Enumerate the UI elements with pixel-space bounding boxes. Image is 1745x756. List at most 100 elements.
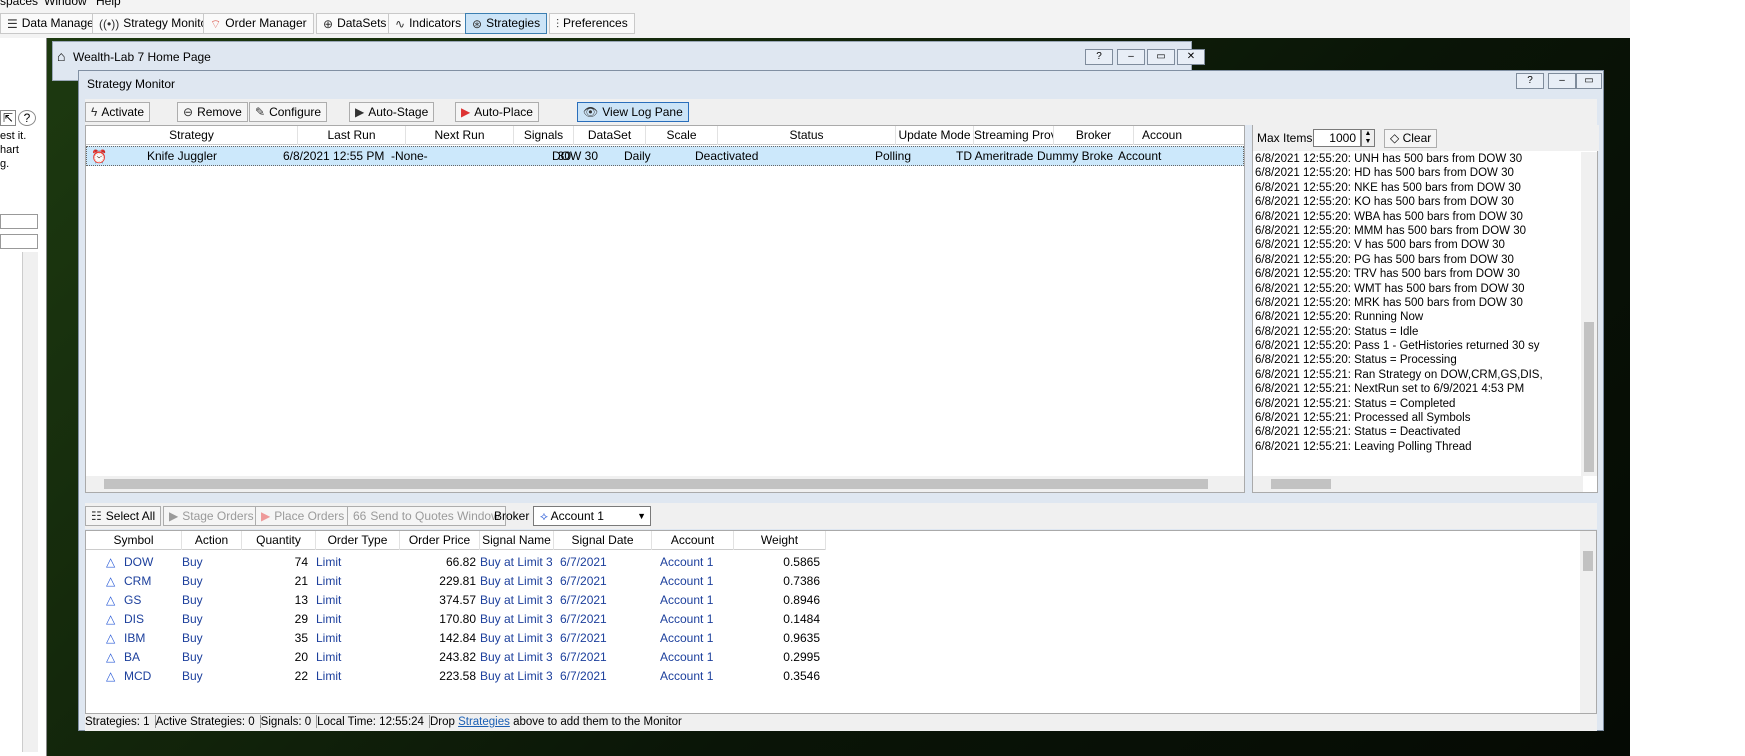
activate-label: Activate <box>101 105 145 119</box>
col-strategy[interactable]: Strategy <box>86 126 298 145</box>
stage-orders-button[interactable]: ▶ Stage Orders <box>163 506 260 526</box>
preferences-button[interactable]: ⫶ Preferences <box>549 13 635 34</box>
sliders-icon: ⫶ <box>556 16 560 31</box>
help-icon[interactable]: ? <box>18 110 36 126</box>
col-broker[interactable]: Broker <box>1054 126 1134 145</box>
cell-action: Buy <box>182 631 203 645</box>
strategy-grid-hscrollbar[interactable] <box>86 476 1244 492</box>
cell-signal-date: 6/7/2021 <box>560 593 607 607</box>
strategies-button[interactable]: ⊛ Strategies <box>465 13 548 34</box>
cell-weight: 0.9635 <box>783 631 820 645</box>
home-close-button[interactable]: ✕ <box>1177 49 1205 65</box>
view-log-pane-button[interactable]: 👁 View Log Pane <box>577 102 689 122</box>
expand-icon[interactable]: ⇱ <box>0 110 16 126</box>
log-line: 6/8/2021 12:55:20: WBA has 500 bars from… <box>1255 210 1523 223</box>
scroll-thumb[interactable] <box>1584 322 1594 472</box>
monitor-maximize-button[interactable]: ▭ <box>1576 73 1602 89</box>
order-manager-button[interactable]: ⌔ Order Manager <box>203 13 314 34</box>
view-log-pane-label: View Log Pane <box>602 105 683 119</box>
left-input-1[interactable] <box>0 214 38 229</box>
table-row[interactable]: △ IBM Buy 35 Limit 142.84 Buy at Limit 3.5 6/7/… <box>86 628 1576 648</box>
scroll-thumb[interactable] <box>104 479 1208 489</box>
col-status[interactable]: Status <box>718 126 896 145</box>
home-window-title: Wealth-Lab 7 Home Page <box>73 50 211 64</box>
log-vscrollbar[interactable] <box>1581 152 1597 476</box>
cell-signal-name: Buy at Limit 3.5 <box>480 650 552 664</box>
broker-account-select[interactable]: ⟡ Account 1 ▼ <box>533 506 651 526</box>
triangle-up-icon: △ <box>106 593 116 607</box>
home-maximize-button[interactable]: ▭ <box>1147 49 1175 65</box>
col-order-type[interactable]: Order Type <box>316 531 400 550</box>
max-items-input[interactable]: 1000 <box>1313 129 1361 147</box>
order-manager-label: Order Manager <box>225 16 307 30</box>
log-hscrollbar[interactable] <box>1253 476 1583 492</box>
monitor-minimize-button[interactable]: ‒ <box>1548 73 1576 89</box>
col-quantity[interactable]: Quantity <box>242 531 316 550</box>
log-line: 6/8/2021 12:55:21: Processed all Symbols <box>1255 412 1471 425</box>
col-scale[interactable]: Scale <box>646 126 718 145</box>
menu-window[interactable]: Window <box>44 0 87 8</box>
table-row[interactable]: △ MCD Buy 22 Limit 223.58 Buy at Limit 3.5 6/7/… <box>86 666 1576 686</box>
col-last-run[interactable]: Last Run <box>298 126 406 145</box>
select-all-button[interactable]: ☷ Select All <box>85 506 162 526</box>
cell-signal-name: Buy at Limit 3.5 <box>480 669 552 683</box>
place-orders-button[interactable]: ▶ Place Orders <box>255 506 351 526</box>
col-signal-date[interactable]: Signal Date <box>554 531 652 550</box>
cell-signal-date: 6/7/2021 <box>560 555 607 569</box>
table-row[interactable]: △ BA Buy 20 Limit 243.82 Buy at Limit 3.5 6/7/2… <box>86 647 1576 667</box>
col-weight[interactable]: Weight <box>734 531 826 550</box>
cell-account: Account 1 <box>660 669 714 683</box>
scroll-thumb[interactable] <box>1271 479 1331 489</box>
col-symbol[interactable]: Symbol <box>86 531 182 550</box>
data-manager-label: Data Manager <box>21 16 98 30</box>
col-dataset[interactable]: DataSet <box>574 126 646 145</box>
remove-button[interactable]: ⊖ Remove <box>177 102 248 122</box>
send-to-quotes-button[interactable]: 66 Send to Quotes Window <box>347 506 506 526</box>
menu-help[interactable]: Help <box>96 0 121 8</box>
scroll-thumb[interactable] <box>1583 551 1593 571</box>
clear-button[interactable]: ◇ Clear <box>1384 129 1438 148</box>
strategy-monitor-button[interactable]: ((•)) Strategy Monitor <box>92 13 219 34</box>
cell-weight: 0.7386 <box>783 574 820 588</box>
auto-stage-button[interactable]: ▶ Auto-Stage <box>349 102 435 122</box>
clear-label: Clear <box>1402 131 1432 145</box>
orders-vscrollbar[interactable] <box>1580 531 1596 713</box>
menu-spaces[interactable]: spaces <box>0 0 38 8</box>
status-bar: Strategies: 1 Active Strategies: 0 Signals… <box>85 714 1597 731</box>
table-row[interactable]: △ DOW Buy 74 Limit 66.82 Buy at Limit 3.5 6/7/2… <box>86 552 1576 572</box>
log-line: 6/8/2021 12:55:21: Status = Deactivated <box>1255 426 1461 439</box>
table-row[interactable]: △ CRM Buy 21 Limit 229.81 Buy at Limit 3.5 6/7/… <box>86 571 1576 591</box>
indicators-button[interactable]: ∿ Indicators <box>388 13 469 34</box>
col-signals[interactable]: Signals <box>514 126 574 145</box>
col-streaming-provider[interactable]: Streaming Provi <box>974 126 1054 145</box>
col-order-price[interactable]: Order Price <box>400 531 480 550</box>
table-row[interactable]: ⏰ Knife Juggler 6/8/2021 12:55 PM -None-… <box>86 146 1244 166</box>
table-row[interactable]: △ GS Buy 13 Limit 374.57 Buy at Limit 3.5 6/7/2… <box>86 590 1576 610</box>
table-row[interactable]: △ DIS Buy 29 Limit 170.80 Buy at Limit 3.5 6/7/… <box>86 609 1576 629</box>
left-scrollbar[interactable] <box>22 252 38 752</box>
col-account[interactable]: Account <box>652 531 734 550</box>
remove-icon: ⊖ <box>183 105 194 119</box>
col-signal-name[interactable]: Signal Name <box>480 531 554 550</box>
cell-action: Buy <box>182 650 203 664</box>
col-next-run[interactable]: Next Run <box>406 126 514 145</box>
main-toolbar: ☰ Data Manager ((•)) Strategy Monitor ⌔ Ord… <box>0 8 1630 38</box>
strategies-link[interactable]: Strategies <box>458 716 510 728</box>
home-help-button[interactable]: ? <box>1085 49 1113 65</box>
configure-button[interactable]: ✎ Configure <box>249 102 328 122</box>
home-icon: ⌂ <box>57 48 66 64</box>
datasets-button[interactable]: ⊕ DataSets <box>316 13 394 34</box>
data-manager-button[interactable]: ☰ Data Manager <box>0 13 105 34</box>
col-action[interactable]: Action <box>182 531 242 550</box>
col-account[interactable]: Accoun <box>1134 126 1244 145</box>
col-update-mode[interactable]: Update Mode <box>896 126 974 145</box>
orders-toolbar: ☷ Select All ▶ Stage Orders ▶ Place Orders … <box>85 503 1597 529</box>
cell-order-type: Limit <box>316 574 342 588</box>
auto-place-button[interactable]: ▶ Auto-Place <box>455 102 539 122</box>
activate-button[interactable]: ϟ Activate <box>85 102 151 122</box>
left-input-2[interactable] <box>0 234 38 249</box>
status-drop-post: above to add them to the Monitor <box>513 716 682 728</box>
home-minimize-button[interactable]: ‒ <box>1117 49 1145 65</box>
monitor-help-button[interactable]: ? <box>1516 73 1544 89</box>
max-items-spinner[interactable]: ▲ ▼ <box>1361 129 1375 147</box>
